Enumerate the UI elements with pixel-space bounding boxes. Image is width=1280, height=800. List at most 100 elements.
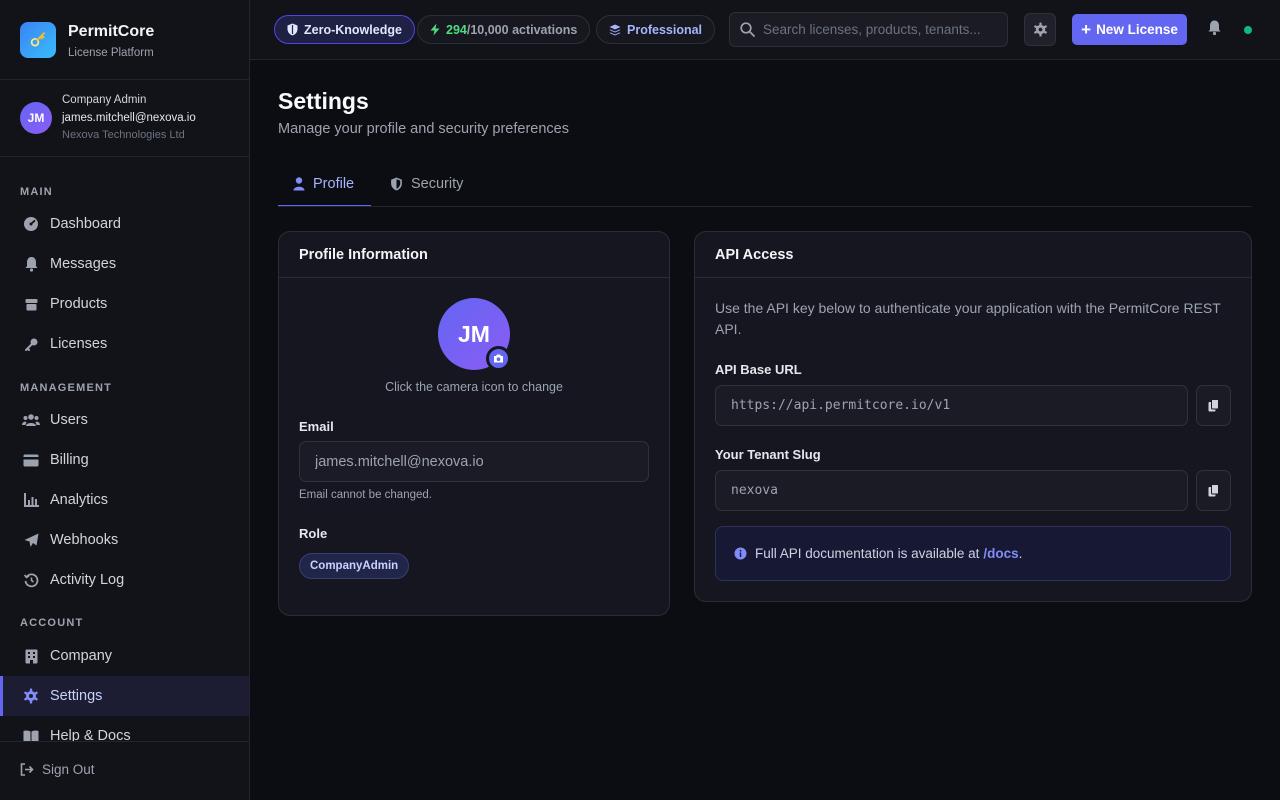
plan-label: Professional xyxy=(627,22,703,37)
activations-label: activations xyxy=(512,22,578,37)
sign-out-button[interactable]: Sign Out xyxy=(20,762,95,777)
brand-title: PermitCore xyxy=(68,23,155,40)
section-label-main: MAIN xyxy=(20,186,53,198)
plan-badge[interactable]: Professional xyxy=(596,15,716,44)
sign-out-label: Sign Out xyxy=(42,762,95,777)
divider xyxy=(0,79,249,80)
email-field[interactable] xyxy=(299,441,649,482)
tenant-slug-label: Your Tenant Slug xyxy=(715,447,821,462)
copy-base-url-button[interactable] xyxy=(1196,385,1231,426)
user-company: Nexova Technologies Ltd xyxy=(62,129,185,141)
box-icon xyxy=(22,295,40,313)
sidebar: PermitCore License Platform JM Company A… xyxy=(0,0,250,800)
camera-icon xyxy=(493,354,504,363)
role-label: Role xyxy=(299,526,328,541)
tenant-slug-field[interactable]: nexova xyxy=(715,470,1188,511)
shield-icon xyxy=(287,23,298,36)
paper-plane-icon xyxy=(22,531,40,549)
key-icon xyxy=(20,22,56,58)
sidebar-item-users[interactable]: Users xyxy=(0,400,249,440)
online-status-dot xyxy=(1244,26,1252,34)
info-text: Full API documentation is available at xyxy=(755,546,980,561)
zero-knowledge-label: Zero-Knowledge xyxy=(304,22,402,37)
avatar-hint: Click the camera icon to change xyxy=(385,380,563,394)
sidebar-item-licenses[interactable]: Licenses xyxy=(0,324,249,364)
info-icon xyxy=(734,547,747,560)
sidebar-item-label: Billing xyxy=(50,452,89,468)
section-label-management: MANAGEMENT xyxy=(20,382,113,394)
api-base-url-field[interactable]: https://api.permitcore.io/v1 xyxy=(715,385,1188,426)
section-label-account: ACCOUNT xyxy=(20,617,84,629)
copy-icon xyxy=(1208,399,1219,412)
credit-card-icon xyxy=(22,451,40,469)
brand-subtitle: License Platform xyxy=(68,47,154,59)
topbar: Zero-Knowledge 294/10,000 activations Pr… xyxy=(250,0,1280,60)
email-label: Email xyxy=(299,419,334,434)
new-license-label: New License xyxy=(1096,22,1178,37)
brand[interactable]: PermitCore License Platform xyxy=(20,22,154,59)
history-icon xyxy=(22,571,40,589)
sidebar-item-label: Company xyxy=(50,648,113,664)
gear-icon xyxy=(1033,22,1048,37)
sidebar-item-webhooks[interactable]: Webhooks xyxy=(0,520,249,560)
email-help-text: Email cannot be changed. xyxy=(299,489,432,501)
sidebar-item-activity-log[interactable]: Activity Log xyxy=(0,560,249,600)
search-input[interactable] xyxy=(763,22,998,37)
search-icon xyxy=(740,22,755,37)
profile-card: Profile Information JM Click the camera … xyxy=(278,231,670,616)
sidebar-item-billing[interactable]: Billing xyxy=(0,440,249,480)
user-email: james.mitchell@nexova.io xyxy=(62,111,196,124)
key-icon xyxy=(22,335,40,353)
docs-link[interactable]: /docs xyxy=(983,546,1018,561)
users-icon xyxy=(22,411,40,429)
search-box[interactable] xyxy=(729,12,1008,47)
user-block[interactable]: JM Company Admin james.mitchell@nexova.i… xyxy=(20,92,196,145)
building-icon xyxy=(22,647,40,665)
tab-label: Security xyxy=(411,176,464,192)
tab-security[interactable]: Security xyxy=(390,170,463,207)
info-end: . xyxy=(1018,546,1023,561)
new-license-button[interactable]: + New License xyxy=(1072,14,1187,45)
activations-total: /10,000 xyxy=(466,22,509,37)
user-icon xyxy=(293,177,305,191)
api-description: Use the API key below to authenticate yo… xyxy=(715,300,1221,337)
notifications-button[interactable] xyxy=(1207,19,1222,36)
sidebar-item-dashboard[interactable]: Dashboard xyxy=(0,204,249,244)
user-role: Company Admin xyxy=(62,94,147,106)
activations-badge[interactable]: 294/10,000 activations xyxy=(417,15,591,44)
api-card-title: API Access xyxy=(695,232,1251,278)
sidebar-item-products[interactable]: Products xyxy=(0,284,249,324)
sidebar-item-label: Licenses xyxy=(50,336,108,352)
sidebar-item-messages[interactable]: Messages xyxy=(0,244,249,284)
divider xyxy=(0,156,249,157)
bell-icon xyxy=(1207,19,1222,36)
theme-settings-button[interactable] xyxy=(1024,13,1056,46)
page-title: Settings xyxy=(278,88,369,114)
chart-icon xyxy=(22,491,40,509)
zero-knowledge-badge[interactable]: Zero-Knowledge xyxy=(274,15,415,44)
bolt-icon xyxy=(430,23,440,36)
shield-icon xyxy=(390,177,403,191)
sidebar-item-settings[interactable]: Settings xyxy=(0,676,249,716)
layers-icon xyxy=(609,24,621,36)
gear-icon xyxy=(22,687,40,705)
api-access-card: API Access Use the API key below to auth… xyxy=(694,231,1252,602)
sidebar-item-label: Products xyxy=(50,296,108,312)
sidebar-item-label: Dashboard xyxy=(50,216,121,232)
api-base-url-label: API Base URL xyxy=(715,362,802,377)
sidebar-item-analytics[interactable]: Analytics xyxy=(0,480,249,520)
sidebar-item-company[interactable]: Company xyxy=(0,636,249,676)
change-avatar-button[interactable] xyxy=(486,346,511,371)
bell-icon xyxy=(22,255,40,273)
sidebar-item-label: Messages xyxy=(50,256,117,272)
sidebar-item-label: Activity Log xyxy=(50,572,125,588)
sidebar-item-label: Analytics xyxy=(50,492,109,508)
plus-icon: + xyxy=(1081,20,1092,39)
avatar: JM xyxy=(20,102,52,135)
gauge-icon xyxy=(22,215,40,233)
profile-card-title: Profile Information xyxy=(279,232,669,278)
copy-tenant-slug-button[interactable] xyxy=(1196,470,1231,511)
tab-label: Profile xyxy=(313,176,355,192)
activations-used: 294 xyxy=(446,22,467,37)
tab-profile[interactable]: Profile xyxy=(278,170,371,207)
